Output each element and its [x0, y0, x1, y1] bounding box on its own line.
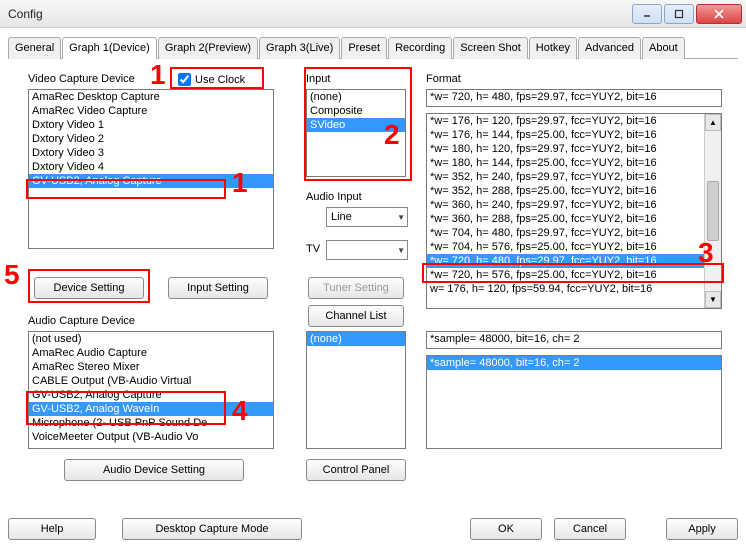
group-video-capture: Video Capture Device — [28, 73, 135, 85]
tab-general[interactable]: General — [8, 37, 61, 59]
list-item[interactable]: AmaRec Stereo Mixer — [29, 360, 273, 374]
list-item[interactable]: (none) — [307, 332, 405, 346]
control-panel-button[interactable]: Control Panel — [306, 459, 406, 481]
list-item[interactable]: Dxtory Video 2 — [29, 132, 273, 146]
format-default-box[interactable]: *w= 720, h= 480, fps=29.97, fcc=YUY2, bi… — [426, 89, 722, 107]
tab-recording[interactable]: Recording — [388, 37, 452, 59]
list-item[interactable]: *w= 360, h= 288, fps=25.00, fcc=YUY2, bi… — [427, 212, 704, 226]
scroll-up-icon[interactable]: ▲ — [705, 114, 721, 131]
label-format: Format — [426, 73, 461, 85]
list-item[interactable]: *w= 352, h= 240, fps=29.97, fcc=YUY2, bi… — [427, 170, 704, 184]
list-item[interactable]: AmaRec Video Capture — [29, 104, 273, 118]
use-clock-input[interactable] — [178, 73, 191, 86]
tab-hotkey[interactable]: Hotkey — [529, 37, 577, 59]
tab-graph2[interactable]: Graph 2(Preview) — [158, 37, 258, 59]
audio-device-list[interactable]: (not used)AmaRec Audio CaptureAmaRec Ste… — [28, 331, 274, 449]
tab-about[interactable]: About — [642, 37, 685, 59]
window-title: Config — [8, 7, 43, 21]
tab-preset[interactable]: Preset — [341, 37, 387, 59]
list-item[interactable]: *w= 180, h= 144, fps=25.00, fcc=YUY2, bi… — [427, 156, 704, 170]
sample-default-box[interactable]: *sample= 48000, bit=16, ch= 2 — [426, 331, 722, 349]
sample-list[interactable]: *sample= 48000, bit=16, ch= 2 — [426, 355, 722, 449]
chevron-down-icon: ▼ — [397, 246, 405, 255]
list-item[interactable]: GV-USB2, Analog Capture — [29, 174, 273, 188]
minimize-button[interactable] — [632, 4, 662, 24]
apply-button[interactable]: Apply — [666, 518, 738, 540]
label-audio-input: Audio Input — [306, 191, 362, 203]
use-clock-checkbox[interactable]: Use Clock — [178, 73, 245, 86]
sample-default-value: *sample= 48000, bit=16, ch= 2 — [427, 332, 721, 346]
scroll-down-icon[interactable]: ▼ — [705, 291, 721, 308]
format-default-value: *w= 720, h= 480, fps=29.97, fcc=YUY2, bi… — [427, 90, 721, 104]
annotation-num-1a: 1 — [150, 59, 166, 91]
list-item[interactable]: CABLE Output (VB-Audio Virtual — [29, 374, 273, 388]
list-item[interactable]: w= 176, h= 120, fps=59.94, fcc=YUY2, bit… — [427, 282, 704, 296]
tab-screenshot[interactable]: Screen Shot — [453, 37, 528, 59]
tab-advanced[interactable]: Advanced — [578, 37, 641, 59]
close-button[interactable] — [696, 4, 742, 24]
list-item[interactable]: *w= 704, h= 480, fps=29.97, fcc=YUY2, bi… — [427, 226, 704, 240]
label-audio-capture: Audio Capture Device — [28, 315, 135, 327]
list-item[interactable]: GV-USB2, Analog WaveIn — [29, 402, 273, 416]
annotation-num-5: 5 — [4, 259, 20, 291]
scrollbar[interactable]: ▲ ▼ — [704, 114, 721, 308]
device-setting-button[interactable]: Device Setting — [34, 277, 144, 299]
list-item[interactable]: *sample= 48000, bit=16, ch= 2 — [427, 356, 721, 370]
list-item[interactable]: *w= 352, h= 288, fps=25.00, fcc=YUY2, bi… — [427, 184, 704, 198]
tab-graph3[interactable]: Graph 3(Live) — [259, 37, 340, 59]
format-list[interactable]: *w= 176, h= 120, fps=29.97, fcc=YUY2, bi… — [426, 113, 722, 309]
tab-bar: General Graph 1(Device) Graph 2(Preview)… — [8, 36, 738, 59]
input-list[interactable]: (none)CompositeSVideo — [306, 89, 406, 177]
help-button[interactable]: Help — [8, 518, 96, 540]
list-item[interactable]: GV-USB2, Analog Capture — [29, 388, 273, 402]
list-item[interactable]: SVideo — [307, 118, 405, 132]
window-buttons — [632, 4, 742, 24]
label-tv: TV — [306, 243, 320, 255]
dialog-button-bar: Help Desktop Capture Mode OK Cancel Appl… — [8, 515, 738, 543]
audio-input-value: Line — [331, 211, 352, 223]
list-item[interactable]: *w= 720, h= 480, fps=29.97, fcc=YUY2, bi… — [427, 254, 704, 268]
input-setting-button[interactable]: Input Setting — [168, 277, 268, 299]
use-clock-label: Use Clock — [195, 74, 245, 86]
list-item[interactable]: AmaRec Desktop Capture — [29, 90, 273, 104]
titlebar[interactable]: Config — [0, 0, 746, 28]
tab-graph1[interactable]: Graph 1(Device) — [62, 37, 157, 59]
label-video-capture: Video Capture Device — [28, 73, 135, 85]
audio-device-setting-button[interactable]: Audio Device Setting — [64, 459, 244, 481]
list-item[interactable]: Dxtory Video 1 — [29, 118, 273, 132]
audio-input-list[interactable]: (none) — [306, 331, 406, 449]
ok-button[interactable]: OK — [470, 518, 542, 540]
list-item[interactable]: *w= 180, h= 120, fps=29.97, fcc=YUY2, bi… — [427, 142, 704, 156]
list-item[interactable]: *w= 360, h= 240, fps=29.97, fcc=YUY2, bi… — [427, 198, 704, 212]
desktop-capture-mode-button[interactable]: Desktop Capture Mode — [122, 518, 302, 540]
list-item[interactable]: *w= 720, h= 576, fps=25.00, fcc=YUY2, bi… — [427, 268, 704, 282]
list-item[interactable]: Composite — [307, 104, 405, 118]
scroll-thumb[interactable] — [707, 181, 719, 241]
list-item[interactable]: *w= 176, h= 120, fps=29.97, fcc=YUY2, bi… — [427, 114, 704, 128]
list-item[interactable]: (not used) — [29, 332, 273, 346]
chevron-down-icon: ▼ — [397, 213, 405, 222]
list-item[interactable]: Dxtory Video 3 — [29, 146, 273, 160]
audio-input-select[interactable]: Line ▼ — [326, 207, 408, 227]
list-item[interactable]: Microphone (2- USB PnP Sound De — [29, 416, 273, 430]
tuner-setting-button[interactable]: Tuner Setting — [308, 277, 404, 299]
list-item[interactable]: Dxtory Video 4 — [29, 160, 273, 174]
list-item[interactable]: VoiceMeeter Output (VB-Audio Vo — [29, 430, 273, 444]
list-item[interactable]: AmaRec Audio Capture — [29, 346, 273, 360]
label-input: Input — [306, 73, 330, 85]
video-device-list[interactable]: AmaRec Desktop CaptureAmaRec Video Captu… — [28, 89, 274, 249]
maximize-button[interactable] — [664, 4, 694, 24]
list-item[interactable]: (none) — [307, 90, 405, 104]
list-item[interactable]: *w= 176, h= 144, fps=25.00, fcc=YUY2, bi… — [427, 128, 704, 142]
list-item[interactable]: *w= 704, h= 576, fps=25.00, fcc=YUY2, bi… — [427, 240, 704, 254]
cancel-button[interactable]: Cancel — [554, 518, 626, 540]
channel-list-button[interactable]: Channel List — [308, 305, 404, 327]
tv-select[interactable]: ▼ — [326, 240, 408, 260]
